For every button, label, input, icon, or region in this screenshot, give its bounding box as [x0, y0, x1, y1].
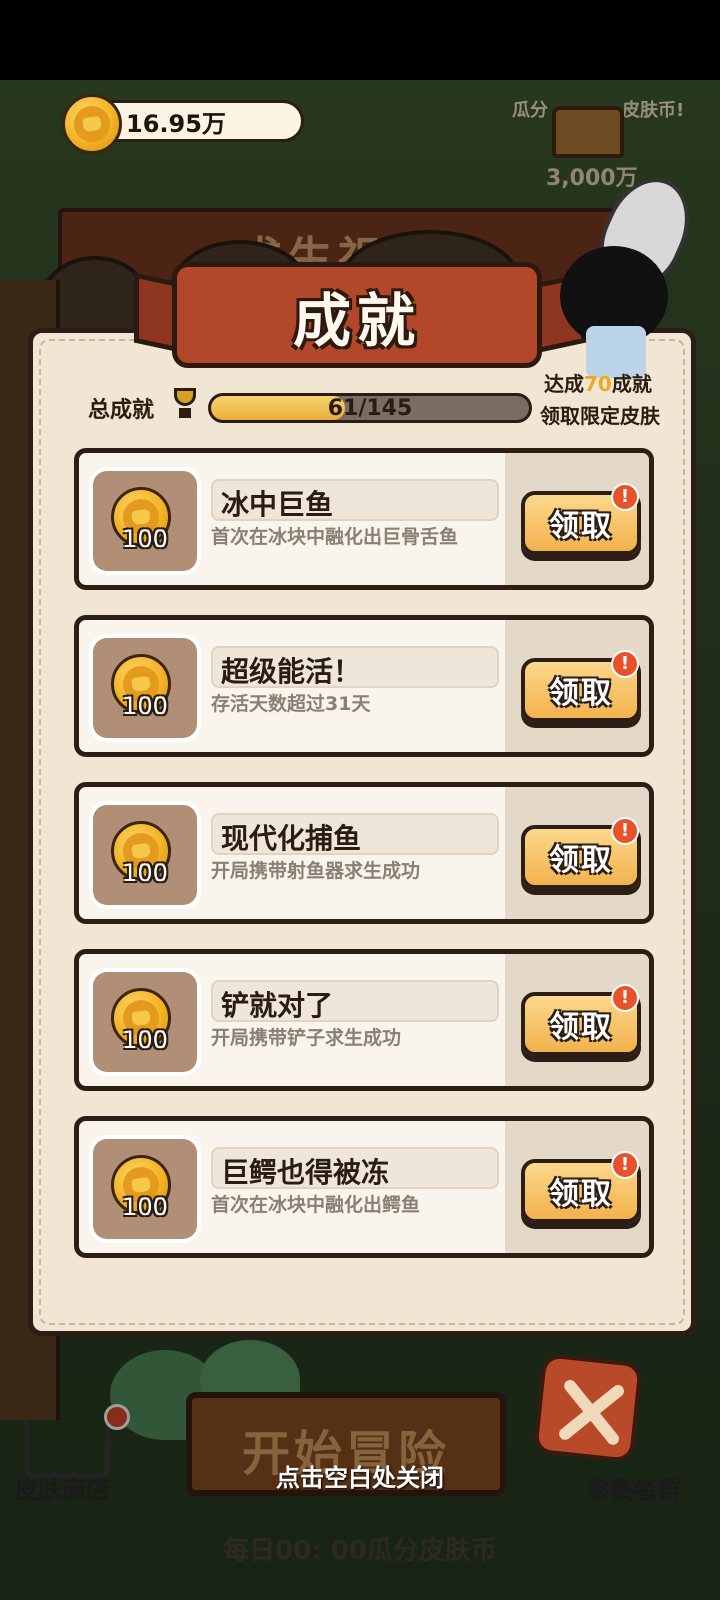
reward-icon-box [93, 1139, 197, 1239]
reward-amount: 100 [122, 1026, 168, 1054]
alert-badge: ! [611, 1151, 639, 1179]
daily-notice: 每日00: 00瓜分皮肤币 [223, 1536, 497, 1566]
achievement-title: 现代化捕鱼 [221, 822, 362, 855]
limited-skin-preview[interactable] [556, 164, 705, 386]
skin-reward-hint: 达成70成就 [544, 372, 652, 396]
achievement-card-2: 100 超级能活！ 存活天数超过31天 领取 ! [74, 615, 654, 757]
reward-icon-box [93, 638, 197, 738]
promo-suffix: 皮肤币! [622, 100, 685, 121]
achievement-description: 开局携带射鱼器求生成功 [211, 860, 421, 882]
alert-badge: ! [611, 483, 639, 511]
notification-dot [104, 1404, 130, 1430]
coin-balance-amount: 16.95万 [126, 110, 226, 138]
reward-icon-box [93, 972, 197, 1072]
achievement-card-3: 100 现代化捕鱼 开局携带射鱼器求生成功 领取 ! [74, 782, 654, 924]
achievement-card-5: 100 巨鳄也得被冻 首次在冰块中融化出鳄鱼 领取 ! [74, 1116, 654, 1258]
alert-badge: ! [611, 817, 639, 845]
achievement-card-4: 100 铲就对了 开局携带铲子求生成功 领取 ! [74, 949, 654, 1091]
dismiss-hint[interactable]: 点击空白处关闭 [0, 1458, 720, 1493]
achievement-title: 铲就对了 [221, 989, 334, 1022]
reward-amount: 100 [122, 692, 168, 720]
achievement-card-1: 100 冰中巨鱼 首次在冰块中融化出巨骨舌鱼 领取 ! [74, 448, 654, 590]
reward-amount: 100 [122, 859, 168, 887]
promo-prefix: 瓜分 [512, 100, 548, 121]
achievement-progress-text: 61/145 [327, 396, 413, 421]
skin-reward-hint-line2: 领取限定皮肤 [540, 404, 660, 428]
achievement-title: 冰中巨鱼 [221, 488, 334, 521]
reward-amount: 100 [122, 1193, 168, 1221]
achievement-description: 首次在冰块中融化出巨骨舌鱼 [211, 526, 459, 548]
achievement-description: 存活天数超过31天 [211, 693, 371, 715]
achievement-title: 超级能活！ [221, 655, 362, 688]
reward-amount: 100 [122, 525, 168, 553]
status-bar [0, 0, 720, 80]
alert-badge: ! [611, 650, 639, 678]
alert-badge: ! [611, 984, 639, 1012]
close-icon[interactable] [533, 1353, 643, 1463]
reward-icon-box [93, 805, 197, 905]
chest-icon [552, 106, 624, 158]
achievement-description: 首次在冰块中融化出鳄鱼 [211, 1194, 421, 1216]
achievement-title: 巨鳄也得被冻 [221, 1156, 390, 1189]
trophy-icon [170, 386, 200, 420]
achievement-description: 开局携带铲子求生成功 [211, 1027, 402, 1049]
reward-icon-box [93, 471, 197, 571]
panel-title: 成就 [292, 287, 421, 355]
total-achievement-label: 总成就 [88, 398, 155, 423]
coin-icon [62, 94, 122, 154]
